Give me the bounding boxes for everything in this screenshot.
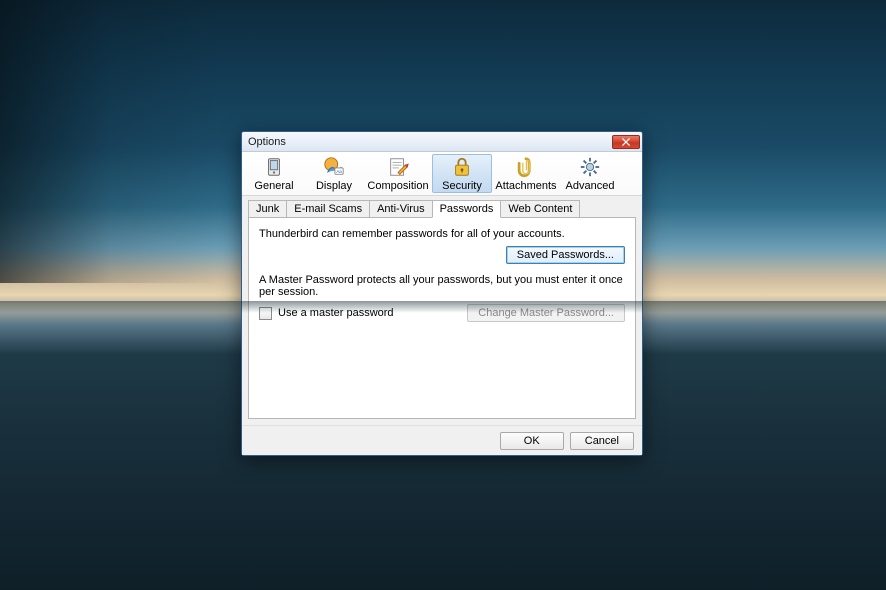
use-master-password-row[interactable]: Use a master password	[259, 307, 394, 320]
window-title: Options	[248, 136, 286, 148]
titlebar[interactable]: Options	[242, 132, 642, 152]
dialog-footer: OK Cancel	[242, 425, 642, 455]
attachments-icon	[515, 156, 537, 178]
security-icon	[451, 156, 473, 178]
subtab-passwords[interactable]: Passwords	[432, 200, 502, 218]
options-dialog: Options General Aa Display	[241, 131, 643, 456]
composition-icon	[387, 156, 409, 178]
ok-button[interactable]: OK	[500, 432, 564, 450]
category-label: Advanced	[566, 180, 615, 192]
close-button[interactable]	[612, 135, 640, 149]
general-icon	[263, 156, 285, 178]
category-security[interactable]: Security	[432, 154, 492, 193]
display-icon: Aa	[323, 156, 345, 178]
passwords-intro-text: Thunderbird can remember passwords for a…	[259, 228, 625, 240]
category-bar: General Aa Display Composition Security	[242, 152, 642, 196]
saved-passwords-button[interactable]: Saved Passwords...	[506, 246, 625, 264]
close-icon	[622, 138, 630, 146]
use-master-password-checkbox[interactable]	[259, 307, 272, 320]
desktop-wallpaper: Options General Aa Display	[0, 0, 886, 590]
change-master-password-button: Change Master Password...	[467, 304, 625, 322]
subtab-junk[interactable]: Junk	[248, 200, 287, 218]
passwords-panel: Thunderbird can remember passwords for a…	[248, 217, 636, 419]
svg-text:Aa: Aa	[336, 168, 342, 173]
subtab-strip: Junk E-mail Scams Anti-Virus Passwords W…	[248, 200, 636, 218]
subtab-anti-virus[interactable]: Anti-Virus	[369, 200, 432, 218]
cancel-button[interactable]: Cancel	[570, 432, 634, 450]
category-general[interactable]: General	[244, 152, 304, 195]
category-label: Security	[442, 180, 482, 192]
body-area: Junk E-mail Scams Anti-Virus Passwords W…	[242, 196, 642, 425]
category-label: Attachments	[495, 180, 556, 192]
subtab-email-scams[interactable]: E-mail Scams	[286, 200, 370, 218]
category-label: Composition	[367, 180, 428, 192]
category-label: Display	[316, 180, 352, 192]
category-label: General	[254, 180, 293, 192]
subtab-web-content[interactable]: Web Content	[500, 200, 580, 218]
category-composition[interactable]: Composition	[364, 152, 432, 195]
advanced-icon	[579, 156, 601, 178]
category-display[interactable]: Aa Display	[304, 152, 364, 195]
category-advanced[interactable]: Advanced	[560, 152, 620, 195]
master-password-description: A Master Password protects all your pass…	[259, 274, 625, 298]
category-attachments[interactable]: Attachments	[492, 152, 560, 195]
use-master-password-label: Use a master password	[278, 307, 394, 319]
